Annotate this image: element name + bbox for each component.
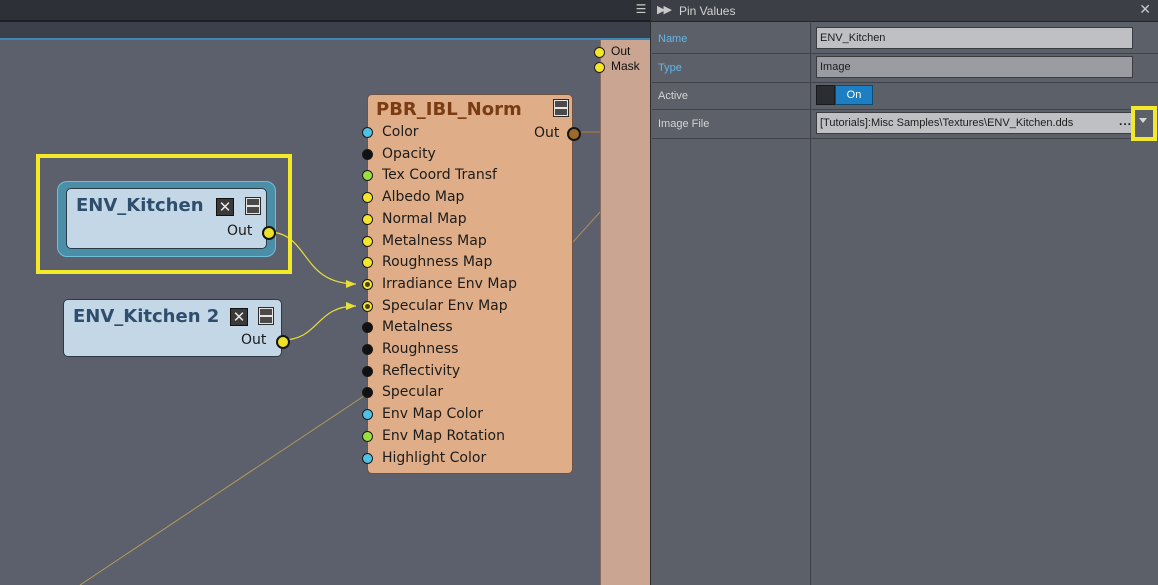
input-pin-label: Irradiance Env Map: [382, 275, 517, 292]
node-input-row[interactable]: Irradiance Env Map: [362, 275, 572, 295]
node-input-row[interactable]: Opacity: [362, 145, 572, 165]
input-pin-icon[interactable]: [362, 322, 373, 334]
wire-arrow-icon: [346, 280, 356, 288]
env-kitchen-2-node[interactable]: ENV_Kitchen 2 ✕ Out: [63, 299, 290, 357]
input-pin-icon[interactable]: [362, 148, 373, 160]
node-input-row[interactable]: Specular: [362, 383, 572, 403]
wire-arrow-icon: [346, 302, 356, 310]
name-field[interactable]: [816, 27, 1133, 49]
input-pin-icon[interactable]: [362, 235, 373, 247]
node-input-row[interactable]: Specular Env Map: [362, 297, 572, 317]
node-input-row[interactable]: Albedo Map: [362, 188, 572, 208]
node-input-row[interactable]: Metalness Map: [362, 232, 572, 252]
node-input-row[interactable]: Roughness Map: [362, 253, 572, 273]
row-label: Active: [658, 90, 688, 102]
expand-panel-icon[interactable]: ▶▶: [657, 3, 672, 16]
node-input-row[interactable]: Metalness: [362, 318, 572, 338]
node-input-row[interactable]: Tex Coord Transf: [362, 166, 572, 186]
image-file-path: [Tutorials]:Misc Samples\Textures\ENV_Ki…: [820, 117, 1074, 129]
input-pin-icon[interactable]: [362, 344, 373, 355]
input-pin-label: Env Map Color: [382, 406, 484, 423]
active-toggle-off[interactable]: [816, 85, 835, 105]
input-pin-icon[interactable]: [362, 430, 373, 442]
input-pin-icon[interactable]: [362, 300, 373, 312]
input-pin-label: Roughness: [382, 341, 459, 357]
input-pin-label: Normal Map: [382, 210, 467, 227]
row-label: Image File: [658, 118, 710, 130]
panel-title: Pin Values: [679, 4, 736, 18]
node-title: ENV_Kitchen: [76, 195, 204, 216]
node-title: ENV_Kitchen 2: [73, 306, 220, 327]
node-collapse-icon[interactable]: [258, 307, 274, 325]
row-name: Name: [652, 23, 1158, 54]
node-input-row[interactable]: Roughness: [362, 340, 572, 360]
pin-values-body: Name Type Image Active On Image File [Tu…: [652, 23, 1158, 585]
row-type: Type Image: [652, 53, 1158, 83]
image-file-field[interactable]: [Tutorials]:Misc Samples\Textures\ENV_Ki…: [816, 112, 1134, 134]
close-icon[interactable]: ✕: [216, 198, 234, 216]
env-kitchen-node[interactable]: ENV_Kitchen ✕ Out: [66, 188, 276, 249]
pbr-ibl-norm-node[interactable]: PBR_IBL_Norm Out Color Opacity Tex Coord T…: [362, 94, 581, 474]
input-pin-label: Metalness Map: [382, 232, 487, 249]
node-out-label: Out: [241, 332, 267, 348]
input-pin-icon[interactable]: [362, 278, 373, 290]
input-pin-icon[interactable]: [362, 257, 373, 269]
input-pin-icon[interactable]: [362, 409, 373, 421]
input-pin-icon[interactable]: [362, 213, 373, 225]
input-pin-label: Metalness: [382, 319, 453, 336]
input-pin-label: Specular: [382, 384, 444, 401]
row-image-file: Image File [Tutorials]:Misc Samples\Text…: [652, 109, 1158, 139]
image-file-dropdown[interactable]: [1131, 106, 1157, 141]
input-pin-label: Env Map Rotation: [382, 427, 505, 444]
node-input-row[interactable]: Color: [362, 123, 572, 143]
close-icon[interactable]: ✕: [1139, 2, 1151, 18]
node-title: PBR_IBL_Norm: [376, 99, 522, 120]
input-pin-icon[interactable]: [362, 170, 373, 182]
node-input-row[interactable]: Env Map Color: [362, 405, 572, 425]
input-pin-label: Reflectivity: [382, 362, 461, 379]
node-input-row[interactable]: Reflectivity: [362, 362, 572, 382]
input-pin-label: Roughness Map: [382, 254, 493, 271]
row-active: Active On: [652, 82, 1158, 110]
output-pin-icon[interactable]: [276, 335, 290, 349]
type-field: Image: [816, 56, 1133, 78]
node-input-row[interactable]: Env Map Rotation: [362, 427, 572, 447]
active-toggle-on[interactable]: On: [835, 85, 873, 105]
panel-header: ▶▶ Pin Values ✕: [651, 0, 1158, 22]
pin-values-panel: ▶▶ Pin Values ✕ Name Type Image Active O…: [650, 0, 1158, 585]
wire-env-kitchen2-to-specular: [281, 305, 357, 341]
node-input-row[interactable]: Highlight Color: [362, 449, 572, 469]
input-pin-label: Tex Coord Transf: [382, 167, 497, 184]
input-pin-label: Highlight Color: [382, 449, 487, 466]
row-label: Type: [658, 62, 682, 74]
input-pin-icon[interactable]: [362, 452, 373, 464]
graph-editor[interactable]: ☰ Out Mask PBR_IBL_Norm Out Color Opacity…: [0, 0, 650, 585]
input-pin-icon[interactable]: [362, 365, 373, 377]
row-label: Name: [658, 33, 688, 45]
node-out-label: Out: [227, 223, 253, 239]
input-pin-icon[interactable]: [362, 127, 373, 138]
wire-short-diagonal: [572, 211, 601, 243]
node-input-row[interactable]: Normal Map: [362, 210, 572, 230]
close-icon[interactable]: ✕: [230, 308, 248, 326]
node-collapse-icon[interactable]: [553, 99, 569, 117]
input-pin-label: Opacity: [382, 145, 436, 162]
node-collapse-icon[interactable]: [245, 197, 261, 215]
input-pin-label: Albedo Map: [382, 189, 465, 206]
wire-long-diagonal: [79, 391, 371, 585]
output-pin-icon[interactable]: [262, 226, 276, 240]
input-pin-label: Color: [382, 124, 419, 140]
input-pin-icon[interactable]: [362, 192, 373, 204]
input-pin-icon[interactable]: [362, 387, 373, 399]
input-pin-label: Specular Env Map: [382, 297, 508, 314]
chevron-down-icon: [1139, 118, 1147, 123]
